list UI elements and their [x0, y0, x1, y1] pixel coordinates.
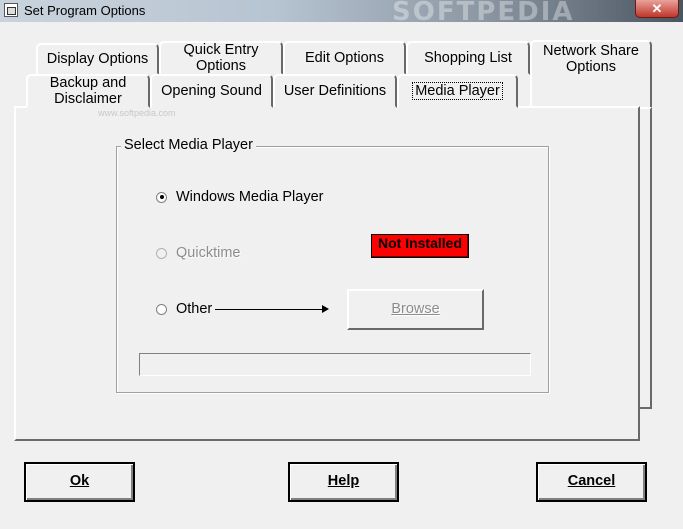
tab-user-definitions[interactable]: User Definitions — [273, 74, 397, 108]
tab-shopping-list[interactable]: Shopping List — [406, 41, 530, 75]
panel-watermark: www.softpedia.com — [98, 108, 176, 118]
radio-label: Windows Media Player — [176, 189, 324, 205]
cancel-button[interactable]: Cancel — [536, 462, 647, 502]
title-bar[interactable]: Set Program Options SOFTPEDIA ✕ — [0, 0, 683, 27]
radio-label: Quicktime — [176, 245, 241, 261]
ok-button[interactable]: Ok — [24, 462, 135, 502]
tab-display-options[interactable]: Display Options — [36, 43, 159, 75]
watermark: SOFTPEDIA — [392, 0, 575, 27]
close-button[interactable]: ✕ — [635, 0, 679, 18]
radio-icon — [156, 247, 167, 259]
browse-button: Browse — [347, 289, 484, 330]
radio-icon[interactable] — [156, 303, 167, 315]
radio-other[interactable]: Other — [156, 301, 212, 317]
tab-edit-options[interactable]: Edit Options — [283, 41, 406, 75]
tab-network-share-options[interactable]: Network Share Options — [530, 40, 652, 110]
not-installed-badge: Not Installed — [371, 234, 469, 258]
player-path-field — [139, 353, 531, 376]
radio-windows-media-player[interactable]: Windows Media Player — [156, 189, 323, 205]
tab-media-player[interactable]: Media Player — [397, 74, 518, 108]
radio-checked-icon[interactable] — [156, 191, 167, 203]
app-icon[interactable] — [4, 3, 18, 17]
tab-opening-sound[interactable]: Opening Sound — [150, 74, 273, 108]
close-icon: ✕ — [651, 1, 663, 16]
group-title: Select Media Player — [121, 137, 256, 153]
radio-label: Other — [176, 301, 213, 317]
help-button[interactable]: Help — [288, 462, 399, 502]
window-title: Set Program Options — [24, 3, 146, 18]
arrow-right-icon — [215, 305, 329, 313]
tab-quick-entry-options[interactable]: Quick Entry Options — [159, 41, 283, 75]
tab-backup-and-disclaimer[interactable]: Backup and Disclaimer — [26, 74, 150, 108]
radio-quicktime: Quicktime — [156, 245, 240, 261]
